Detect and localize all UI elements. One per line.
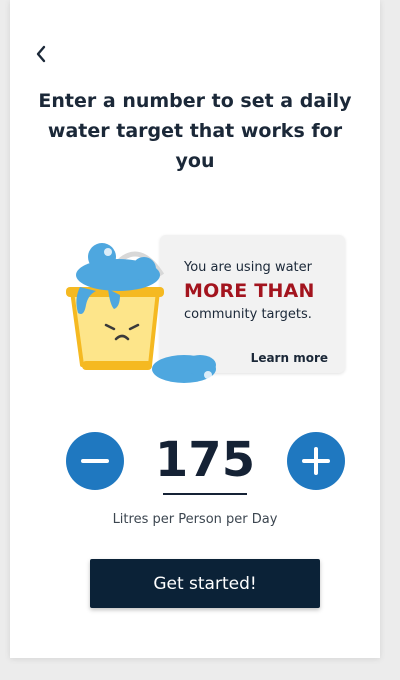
- sad-bucket-illustration: [66, 243, 216, 383]
- chevron-left-icon: [36, 45, 46, 63]
- page-title: Enter a number to set a daily water targ…: [38, 90, 352, 172]
- daily-target-value[interactable]: 175: [130, 430, 280, 490]
- increase-button[interactable]: [287, 432, 345, 490]
- value-underline: [163, 493, 247, 495]
- plus-icon: [302, 447, 330, 475]
- app-screen: Enter a number to set a daily water targ…: [10, 0, 380, 658]
- get-started-button[interactable]: Get started!: [90, 559, 320, 608]
- minus-icon: [81, 459, 109, 463]
- learn-more-link[interactable]: Learn more: [251, 351, 328, 365]
- unit-label: Litres per Person per Day: [112, 512, 278, 527]
- back-button[interactable]: [30, 42, 54, 66]
- decrease-button[interactable]: [66, 432, 124, 490]
